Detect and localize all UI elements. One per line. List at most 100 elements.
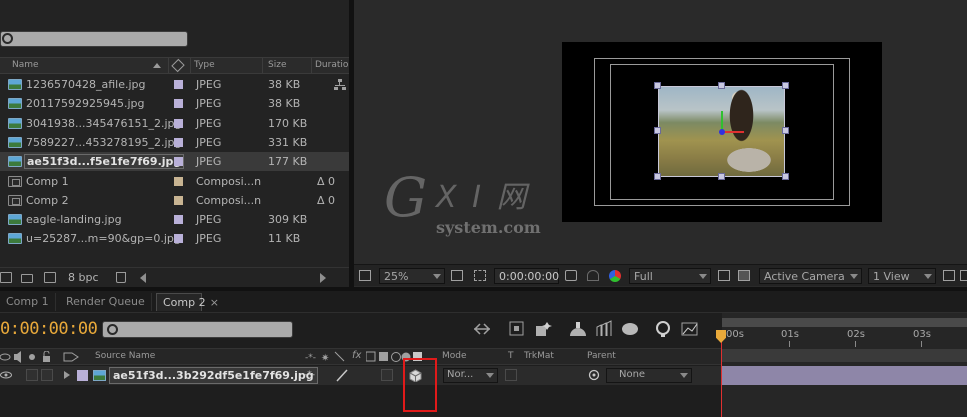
grid-guides-icon[interactable] — [451, 270, 463, 281]
brainstorm-icon[interactable] — [620, 320, 640, 338]
zoom-select[interactable]: 25% — [379, 268, 445, 284]
region-of-interest-icon[interactable] — [718, 270, 730, 281]
new-composition-icon[interactable] — [44, 272, 56, 283]
layer-row[interactable]: ae51f3d...3b292df5e1fe7f69.jpg -*- Nor..… — [0, 366, 722, 385]
solo-switch[interactable] — [26, 369, 38, 381]
project-search-input[interactable] — [0, 31, 188, 47]
project-item[interactable]: 20117592925945.jpg JPEG 38 KB — [0, 94, 349, 113]
item-label-color[interactable] — [174, 80, 183, 89]
current-time-display[interactable]: 0:00:00:00 — [0, 319, 98, 339]
project-item[interactable]: ae51f3d...f5e1fe7f69.jpg JPEG 177 KB — [0, 152, 349, 172]
search-icon — [2, 33, 13, 44]
transparency-mask-icon[interactable] — [474, 270, 486, 281]
tab-comp-1[interactable]: Comp 1 — [0, 293, 56, 311]
transparency-grid-icon[interactable] — [738, 270, 750, 281]
project-item[interactable]: 7589227...453278195_2.jpg JPEG 331 KB — [0, 133, 349, 152]
transform-handle[interactable] — [782, 82, 789, 89]
eye-visibility-icon[interactable] — [0, 370, 12, 383]
ruler-label: 03s — [913, 329, 931, 340]
close-icon[interactable]: × — [210, 296, 219, 309]
label-tag-icon[interactable] — [171, 58, 185, 73]
item-label-color[interactable] — [174, 195, 183, 205]
current-time-indicator[interactable] — [721, 330, 722, 417]
work-area-bar[interactable] — [722, 349, 967, 362]
column-divider[interactable] — [190, 58, 191, 73]
x-axis-arrow-icon[interactable] — [722, 131, 744, 133]
column-mode[interactable]: Mode — [442, 351, 467, 361]
transform-handle[interactable] — [782, 173, 789, 180]
snapshot-camera-icon[interactable] — [565, 270, 577, 281]
column-source-name[interactable]: Source Name — [95, 351, 155, 361]
layer-name[interactable]: ae51f3d...3b292df5e1fe7f69.jpg — [109, 367, 318, 384]
new-folder-icon[interactable] — [21, 274, 33, 283]
fast-previews-icon[interactable] — [960, 270, 967, 281]
pick-whip-icon[interactable] — [588, 369, 600, 384]
graph-editor-search-icon[interactable] — [653, 320, 673, 338]
column-divider[interactable] — [262, 58, 263, 73]
composition-mini-flowchart-icon[interactable] — [472, 320, 492, 338]
item-label-color[interactable] — [174, 176, 183, 186]
av-switches-header — [0, 350, 52, 366]
sort-ascending-icon[interactable] — [153, 63, 161, 68]
shy-switch-icon[interactable]: -*- — [304, 370, 315, 380]
timeline-search-input[interactable] — [102, 321, 293, 338]
quality-switch-icon[interactable] — [335, 368, 349, 385]
column-parent[interactable]: Parent — [587, 351, 616, 361]
time-navigator-bar[interactable] — [722, 318, 967, 327]
column-name[interactable]: Name — [12, 60, 39, 70]
item-label-color[interactable] — [174, 215, 183, 225]
viewer-timecode-button[interactable]: 0:00:00:00 — [494, 268, 559, 284]
scroll-left-arrow-icon[interactable] — [140, 273, 146, 283]
tab-render-queue[interactable]: Render Queue — [60, 293, 152, 311]
column-type[interactable]: Type — [194, 60, 215, 70]
graph-editor-icon[interactable] — [680, 320, 700, 338]
project-item[interactable]: Comp 1 Composi...n Δ 0 — [0, 172, 349, 191]
motion-blur-switch[interactable] — [381, 369, 393, 381]
project-item[interactable]: 1236570428_afile.jpg JPEG 38 KB — [0, 75, 349, 94]
layer-label-color[interactable] — [77, 370, 88, 381]
item-label-color[interactable] — [174, 118, 183, 128]
tab-comp-2[interactable]: Comp 2 × — [156, 293, 219, 311]
frame-blending-icon[interactable] — [568, 320, 588, 338]
column-divider[interactable] — [311, 58, 312, 73]
view-layout-select[interactable]: 1 View — [868, 268, 936, 284]
item-label-color[interactable] — [174, 137, 183, 147]
transform-handle[interactable] — [654, 173, 661, 180]
interpret-footage-icon[interactable] — [0, 272, 12, 283]
item-label-color[interactable] — [174, 99, 183, 109]
project-item[interactable]: eagle-landing.jpg JPEG 309 KB — [0, 210, 349, 229]
blend-mode-select[interactable]: Nor... — [443, 368, 498, 383]
layer-duration-bar[interactable] — [722, 366, 967, 385]
track-matte-switch[interactable] — [505, 369, 517, 381]
column-trkmat[interactable]: TrkMat — [524, 351, 554, 361]
project-item[interactable]: u=25287...m=90&gp=0.jpg JPEG 11 KB — [0, 229, 349, 248]
item-label-color[interactable] — [174, 157, 183, 167]
transform-handle[interactable] — [782, 127, 789, 134]
hide-shy-layers-icon[interactable] — [533, 320, 553, 338]
pixel-aspect-icon[interactable] — [943, 270, 955, 281]
trash-icon[interactable] — [116, 272, 126, 283]
channel-rgb-icon[interactable] — [609, 270, 621, 282]
transform-handle[interactable] — [654, 82, 661, 89]
anchor-point-icon[interactable] — [719, 129, 725, 135]
always-preview-icon[interactable] — [359, 270, 371, 281]
column-divider[interactable] — [168, 58, 169, 73]
camera-view-select[interactable]: Active Camera — [759, 268, 862, 284]
draft-3d-icon[interactable] — [508, 320, 528, 338]
scroll-right-arrow-icon[interactable] — [320, 273, 326, 283]
column-size[interactable]: Size — [268, 60, 286, 70]
project-item[interactable]: Comp 2 Composi...n Δ 0 — [0, 191, 349, 210]
resolution-select[interactable]: Full — [629, 268, 711, 284]
parent-select[interactable]: None — [606, 368, 692, 383]
item-label-color[interactable] — [174, 234, 183, 244]
transform-handle[interactable] — [654, 127, 661, 134]
expand-arrow-icon[interactable] — [64, 371, 70, 379]
column-t[interactable]: T — [508, 351, 514, 361]
lock-switch[interactable] — [41, 369, 53, 381]
transform-handle[interactable] — [718, 173, 725, 180]
bit-depth-button[interactable]: 8 bpc — [68, 271, 99, 284]
motion-blur-icon[interactable] — [594, 320, 614, 338]
transform-handle[interactable] — [718, 82, 725, 89]
project-item[interactable]: 3041938...345476151_2.jpg JPEG 170 KB — [0, 114, 349, 133]
show-snapshot-icon[interactable] — [587, 270, 599, 281]
